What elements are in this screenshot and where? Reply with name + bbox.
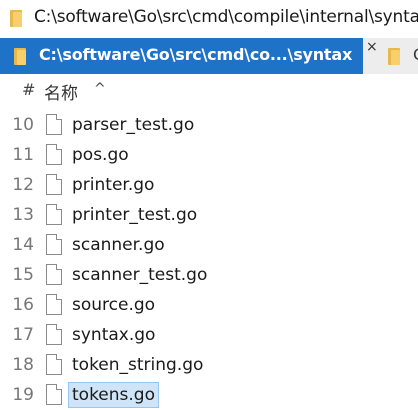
file-row[interactable]: 13 printer_test.go [0,200,418,230]
file-icon [46,114,62,135]
file-list: 10 parser_test.go 11 pos.go 12 printer.g… [0,110,418,410]
file-icon [46,264,62,285]
row-number: 18 [12,355,34,375]
file-name[interactable]: source.go [72,295,155,315]
tab-label: C:\software\Go\src\cmd\co...\syntax [39,45,353,64]
tab-syntax[interactable]: C:\software\Go\src\cmd\co...\syntax [0,38,363,74]
close-icon[interactable]: × [366,40,380,54]
file-name[interactable]: parser_test.go [72,115,194,135]
file-row[interactable]: 16 source.go [0,290,418,320]
file-row[interactable]: 12 printer.go [0,170,418,200]
folder-icon [10,10,22,27]
file-row[interactable]: 18 token_string.go [0,350,418,380]
file-icon [46,204,62,225]
file-row[interactable]: 17 syntax.go [0,320,418,350]
file-icon [46,384,62,405]
file-name[interactable]: printer.go [72,175,154,195]
file-row[interactable]: 11 pos.go [0,140,418,170]
sort-ascending-icon[interactable]: ^ [94,81,106,97]
file-name[interactable]: printer_test.go [72,205,197,225]
row-number: 17 [12,325,34,345]
file-icon [46,324,62,345]
file-row[interactable]: 15 scanner_test.go [0,260,418,290]
file-icon [46,354,62,375]
row-number: 19 [12,385,34,405]
row-number: 14 [12,235,34,255]
row-number: 16 [12,295,34,315]
address-path[interactable]: C:\software\Go\src\cmd\compile\internal\… [34,7,418,27]
column-name-header[interactable]: 名称 [44,79,78,104]
file-name[interactable]: token_string.go [72,355,203,375]
row-number: 10 [12,115,34,135]
row-number: 13 [12,205,34,225]
file-row[interactable]: 14 scanner.go [0,230,418,260]
column-index-header[interactable]: # [22,80,35,99]
tab-second[interactable]: G [380,38,418,74]
file-name[interactable]: syntax.go [72,325,155,345]
file-icon [46,234,62,255]
folder-icon [388,48,400,65]
row-number: 11 [12,145,34,165]
file-row[interactable]: 10 parser_test.go [0,110,418,140]
address-bar[interactable]: C:\software\Go\src\cmd\compile\internal\… [0,0,418,36]
file-icon [46,174,62,195]
file-name[interactable]: pos.go [72,145,129,165]
row-number: 15 [12,265,34,285]
folder-icon [14,48,26,65]
file-icon [46,144,62,165]
file-name[interactable]: scanner_test.go [72,265,207,285]
column-header: # 名称 ^ [0,76,418,106]
file-name[interactable]: tokens.go [68,382,159,408]
file-row-selected[interactable]: 19 tokens.go [0,380,418,410]
file-name[interactable]: scanner.go [72,235,165,255]
file-icon [46,294,62,315]
tab-bar: C:\software\Go\src\cmd\co...\syntax × G [0,38,418,74]
row-number: 12 [12,175,34,195]
tab-label: G [413,45,418,64]
